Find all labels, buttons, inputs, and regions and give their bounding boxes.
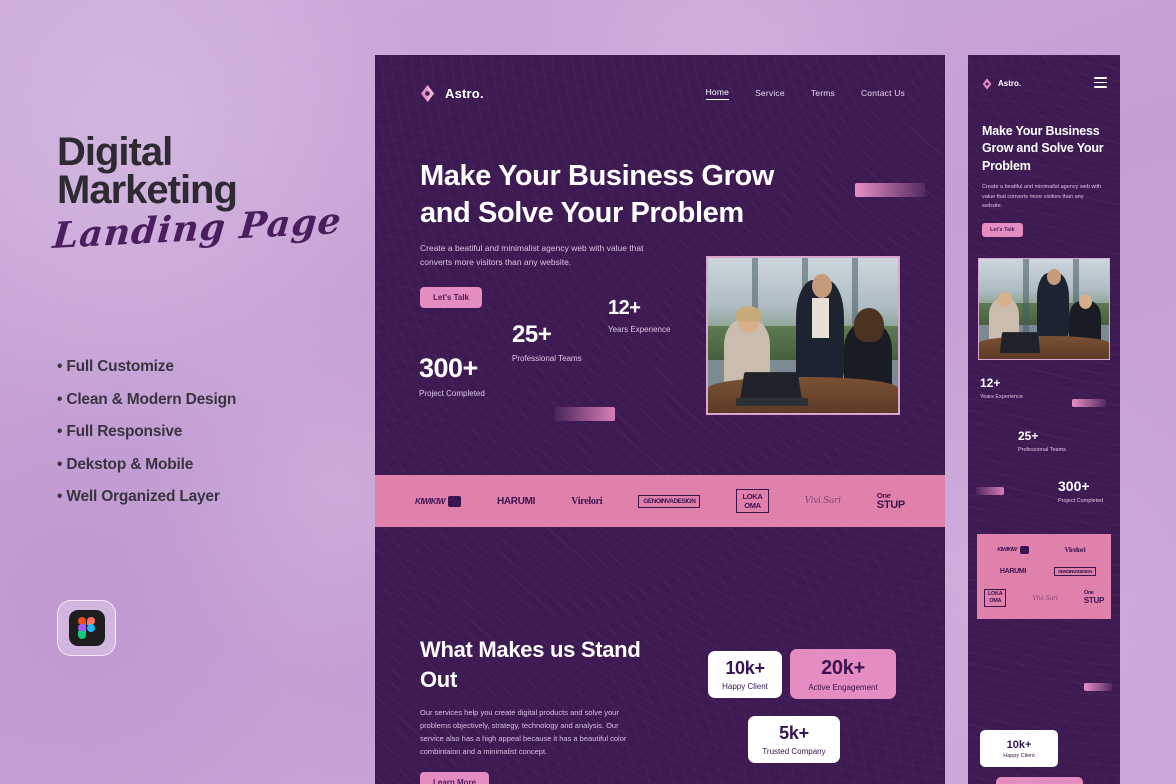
brand-logo-strip: KIWIKIW HARUMI Virelori GENOINVADESIGN L…	[375, 475, 945, 527]
hero-photo	[706, 256, 900, 415]
stat-label: Professional Teams	[512, 354, 582, 363]
card-label: Happy Client	[722, 682, 768, 691]
figma-icon	[68, 610, 105, 646]
diamond-logo-icon	[982, 78, 992, 90]
mobile-stat-card-happy-client: 10k+ Happy Client	[980, 730, 1058, 767]
accent-bar	[855, 183, 925, 197]
brand-logo[interactable]: Astro.	[420, 85, 484, 102]
hero-section: Astro. Home Service Terms Contact Us Mak…	[375, 55, 945, 475]
stat-number: 12+	[980, 376, 1001, 390]
logo-kiwikiw: KIWIKIW	[997, 546, 1029, 555]
feature-list: • Full Customize • Clean & Modern Design…	[57, 358, 236, 521]
stat-years-experience: 12+ Years Experience	[608, 298, 670, 334]
hero-heading: Make Your Business Grow and Solve Your P…	[420, 160, 774, 230]
accent-bar	[976, 487, 1004, 495]
mobile-brand-logo[interactable]: Astro.	[982, 78, 1021, 90]
brand-name: Astro.	[445, 86, 484, 101]
hero-subtext: Create a beatiful and minimalist agency …	[420, 243, 644, 268]
accent-bar	[1084, 683, 1112, 691]
card-number: 10k+	[1006, 738, 1032, 751]
navbar: Astro. Home Service Terms Contact Us	[420, 85, 905, 102]
mobile-stat-project-completed: 300+ Project Completed	[1058, 479, 1103, 505]
accent-bar	[555, 407, 615, 421]
title-script-line: Landing Page	[51, 200, 344, 257]
stat-number: 300+	[1058, 478, 1090, 494]
list-item: • Dekstop & Mobile	[57, 455, 194, 473]
logo-genoinvadesign: GENOINVADESIGN	[1054, 567, 1096, 577]
nav-link-home[interactable]: Home	[705, 87, 730, 100]
card-label: Trusted Company	[762, 747, 826, 756]
stat-label: Project Completed	[419, 389, 485, 398]
list-item: • Full Responsive	[57, 423, 183, 440]
left-info-panel: Digital Marketing Landing Page • Full Cu…	[0, 0, 375, 784]
stat-card-happy-client: 10k+ Happy Client	[708, 651, 782, 698]
nav-link-contact-us[interactable]: Contact Us	[861, 88, 905, 100]
stat-project-completed: 300+ Project Completed	[419, 353, 485, 399]
nav-links: Home Service Terms Contact Us	[705, 87, 905, 100]
learn-more-button-wrap: Learn More	[420, 772, 490, 784]
logo-one-stup: One STUP	[1083, 589, 1104, 605]
stat-label: Years Experience	[608, 325, 671, 334]
card-number: 10k+	[725, 658, 765, 678]
learn-more-button[interactable]: Learn More	[420, 772, 490, 784]
stat-label: Years Experience	[980, 394, 1023, 400]
logo-signature: Vivi Sari	[804, 496, 841, 506]
card-number: 5k+	[779, 723, 809, 743]
mobile-stat-years-experience: 12+ Years Experience	[980, 377, 1023, 401]
list-item: • Clean & Modern Design	[57, 390, 237, 408]
stat-label: Project Completed	[1058, 498, 1104, 504]
logo-kiwikiw: KIWIKIW	[415, 495, 461, 507]
page-title: Digital Marketing Landing Page	[51, 130, 343, 257]
card-label: Active Engagement	[808, 682, 878, 692]
mobile-hero-photo	[978, 258, 1110, 360]
stat-number: 12+	[608, 297, 641, 319]
stat-card-trusted-company: 5k+ Trusted Company	[748, 716, 840, 763]
card-label: Happy Client	[1003, 752, 1035, 759]
stat-card-active-engagement: 20k+ Active Engagement	[790, 649, 896, 699]
stat-number: 300+	[419, 353, 478, 383]
section-paragraph: Our services help you create digital pro…	[420, 708, 627, 756]
logo-loka-oma: LOKA OMA	[984, 588, 1007, 607]
mobile-brand-logo-grid: KIWIKIW Virelori HARUMI GENOINVADESIGN L…	[977, 534, 1111, 619]
diamond-logo-icon	[421, 85, 434, 102]
mobile-hero-heading: Make Your Business Grow and Solve Your P…	[982, 124, 1104, 173]
stat-number: 25+	[1018, 429, 1039, 443]
section-heading: What Makes us Stand Out	[420, 637, 641, 692]
logo-loka-oma: LOKA OMA	[736, 488, 769, 514]
logo-genoinvadesign: GENOINVADESIGN	[638, 494, 701, 508]
mobile-hero-subtext: Create a beatiful and minimalist agency …	[982, 184, 1102, 210]
list-item: • Full Customize	[57, 358, 174, 375]
logo-virelori: Virelori	[1064, 546, 1086, 555]
figma-badge	[57, 600, 116, 656]
mobile-stat-professional-teams: 25+ Professional Teams	[1018, 430, 1066, 454]
mobile-lets-talk-button[interactable]: Let's Talk	[982, 223, 1023, 237]
lets-talk-button-wrap: Let's Talk	[420, 287, 482, 308]
mobile-mockup: Astro. Make Your Business Grow and Solve…	[968, 55, 1120, 784]
card-number: 20k+	[821, 656, 865, 679]
desktop-mockup: Astro. Home Service Terms Contact Us Mak…	[375, 55, 945, 784]
list-item: • Well Organized Layer	[57, 488, 220, 505]
logo-harumi: HARUMI	[496, 495, 536, 507]
logo-signature: Vivi Sari	[1032, 593, 1058, 602]
accent-bar	[1072, 399, 1106, 407]
title-line-1: Digital	[57, 130, 173, 174]
logo-one-stup: One STUP	[876, 490, 905, 511]
logo-harumi: HARUMI	[999, 568, 1027, 576]
mobile-stat-card-active-engagement: 20k+ Active Engagement	[996, 777, 1083, 784]
nav-link-terms[interactable]: Terms	[811, 88, 835, 100]
mobile-navbar: Astro.	[982, 77, 1107, 91]
nav-link-service[interactable]: Service	[755, 88, 785, 100]
stat-number: 25+	[512, 321, 552, 348]
logo-virelori: Virelori	[571, 495, 603, 507]
stand-out-section: What Makes us Stand Out Our services hel…	[375, 527, 945, 784]
hamburger-menu-icon[interactable]	[1094, 77, 1107, 91]
lets-talk-button[interactable]: Let's Talk	[420, 287, 482, 308]
stat-label: Professional Teams	[1018, 447, 1066, 453]
stat-professional-teams: 25+ Professional Teams	[512, 321, 582, 364]
mobile-brand-name: Astro.	[998, 79, 1022, 89]
